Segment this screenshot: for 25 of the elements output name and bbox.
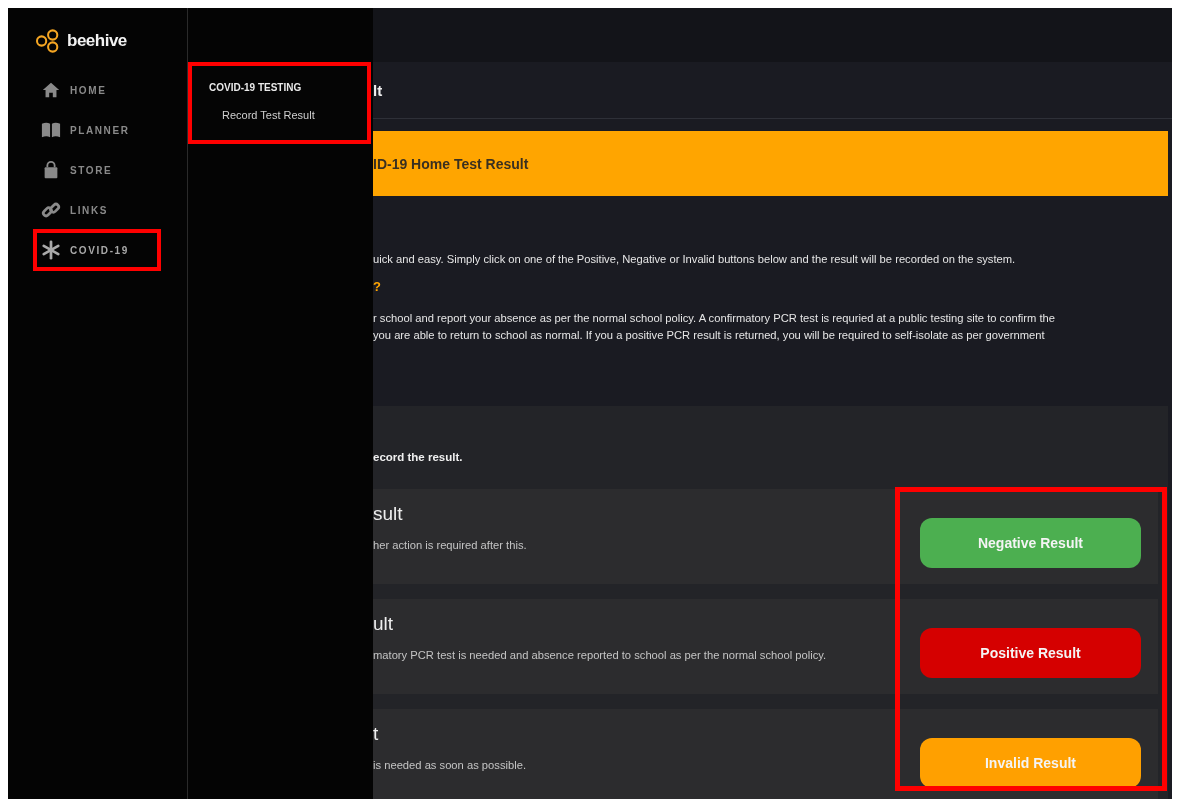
card-title: t	[373, 723, 379, 745]
submenu-title: COVID-19 TESTING	[209, 82, 302, 93]
record-hint: ecord the result.	[373, 451, 463, 463]
nav-item[interactable]: LINKS	[33, 196, 153, 224]
card-description: is needed as soon as possible.	[373, 759, 526, 771]
asterisk-icon	[41, 240, 61, 260]
details-text: r school and report your absence as per the normal school policy. A confirmatory PCR test is requried at a public testing site to confirm the you are able to return to school as normal. If you a positive PCR result is returned, you will be required to self-isolate as per government	[373, 311, 1056, 343]
card-title: ult	[373, 613, 394, 635]
nav-item[interactable]: HOME	[33, 76, 153, 104]
logo-text: beehive	[67, 31, 127, 51]
banner-text: ID-19 Home Test Result	[373, 155, 529, 172]
question-heading: ?	[373, 279, 381, 294]
submenu-item[interactable]: Record Test Result	[222, 109, 315, 121]
home-icon	[41, 80, 61, 100]
card-description: her action is required after this.	[373, 539, 527, 551]
nav-item[interactable]: PLANNER	[33, 116, 153, 144]
link-icon	[41, 200, 61, 220]
nav-item[interactable]: STORE	[33, 156, 153, 184]
book-icon	[41, 120, 61, 140]
result-button[interactable]: Positive Result	[920, 628, 1141, 678]
intro-text: uick and easy. Simply click on one of the Positive, Negative or Invalid buttons below and the result will be recorded on the system.	[373, 253, 1017, 265]
card-description: matory PCR test is needed and absence reported to school as per the normal school policy.	[373, 649, 827, 661]
card-title: sult	[373, 503, 403, 525]
nav-item[interactable]: COVID-19	[33, 229, 161, 271]
page-title: lt	[373, 81, 383, 99]
